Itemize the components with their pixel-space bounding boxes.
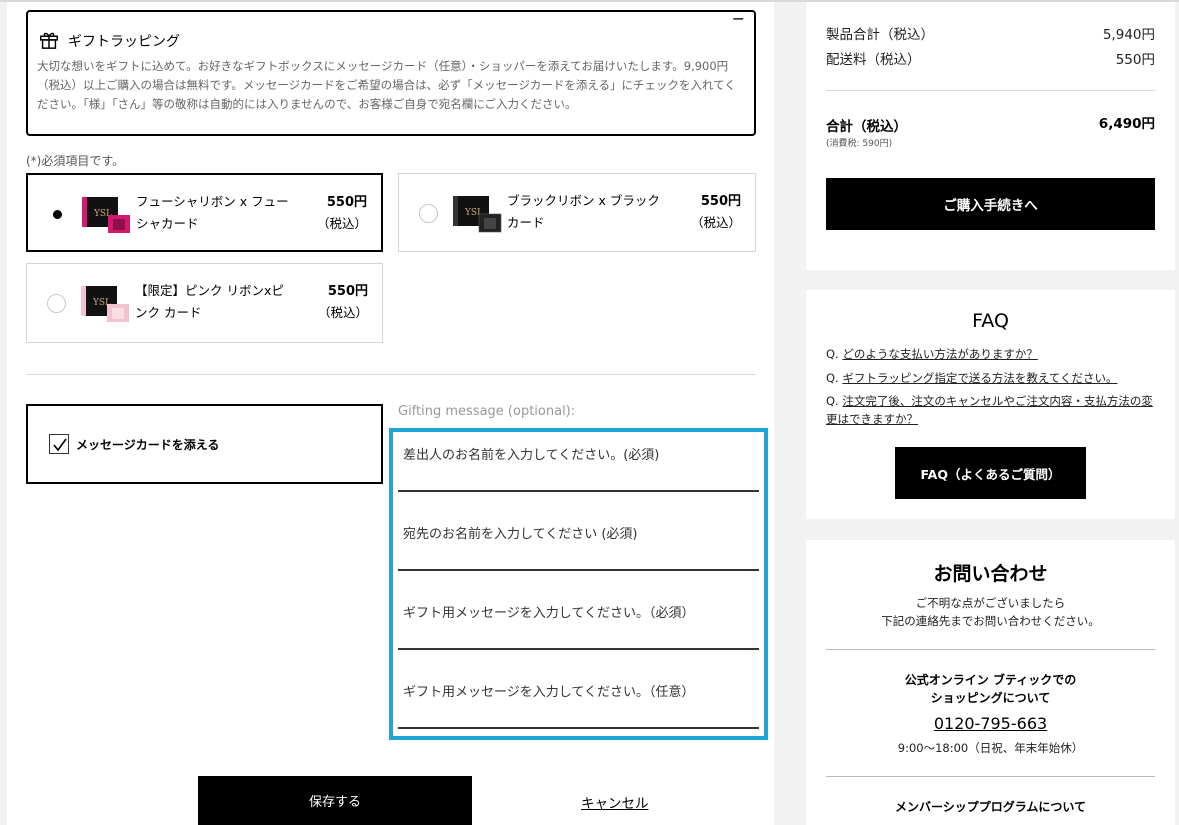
required-note: (*)必須項目です。 — [26, 154, 125, 168]
online-boutique-line: ショッピングについて — [930, 691, 1051, 705]
faq-question-prefix: Q. — [826, 347, 843, 361]
gift-wrapping-description: 大切な想いをギフトに込めて。お好きなギフトボックスにメッセージカード（任意）・シ… — [37, 59, 736, 111]
radio-button[interactable] — [48, 205, 67, 224]
shipping-value: 550円 — [1115, 52, 1155, 68]
black-box-thumbnail: YSL — [453, 196, 502, 233]
gifting-message-label: Gifting message (optional): — [398, 404, 576, 419]
contact-description: ご不明な点がございましたら 下記の連絡先までお問い合わせください。 — [806, 594, 1175, 630]
option-name: ブラックリボン x ブラックカード — [507, 193, 660, 230]
contact-desc-line: 下記の連絡先までお問い合わせください。 — [881, 614, 1100, 628]
faq-button[interactable]: FAQ（よくあるご質問） — [895, 447, 1086, 499]
option-price: 550円 — [700, 194, 741, 209]
shipping-row: 配送料（税込） 550円 — [826, 48, 1155, 68]
faq-question-prefix: Q. — [826, 394, 843, 408]
order-summary: 製品合計（税込） 5,940円 配送料（税込） 550円 合計（税込） 6,49… — [806, 2, 1175, 270]
contact-desc-line: ご不明な点がございましたら — [915, 596, 1066, 610]
faq-question: Q. 注文完了後、注文のキャンセルやご注文内容・支払方法の変更はできますか？ — [826, 392, 1161, 428]
online-boutique-heading: 公式オンライン ブティックでの ショッピングについて — [806, 671, 1175, 707]
subtotal-value: 5,940円 — [1102, 27, 1155, 43]
total-label: 合計（税込） — [826, 119, 907, 135]
radio-button[interactable] — [47, 294, 66, 313]
wrapping-option-fuchsia[interactable]: YSL フューシャリボン x フューシャカード 550円 （税込） — [26, 173, 383, 252]
wrapping-option-pink[interactable]: YSL 【限定】ピンク リボンxピンク カード 550円 （税込） — [26, 263, 383, 343]
phone-number-link[interactable]: 0120-795-663 — [806, 714, 1175, 733]
option-tax: （税込） — [317, 305, 368, 320]
shipping-label: 配送料（税込） — [826, 52, 921, 68]
fuchsia-box-thumbnail: YSL — [82, 197, 130, 233]
message-card-checkbox-label: メッセージカードを添える — [76, 438, 220, 452]
wrapping-option-black[interactable]: YSL ブラックリボン x ブラックカード 550円 （税込） — [398, 173, 756, 252]
option-name: フューシャリボン x フューシャカード — [136, 194, 289, 231]
gift-message-required-input[interactable] — [398, 590, 759, 650]
faq-question-link[interactable]: どのような支払い方法がありますか？ — [842, 347, 1038, 361]
contact-divider — [826, 649, 1155, 650]
total-value: 6,490円 — [1098, 116, 1155, 132]
faq-question-link[interactable]: ギフトラッピング指定で送る方法を教えてください。 — [842, 371, 1117, 385]
option-price: 550円 — [326, 195, 367, 210]
section-divider — [26, 374, 756, 375]
minus-icon[interactable]: − — [732, 11, 745, 27]
summary-divider — [826, 90, 1155, 91]
checkout-button[interactable]: ご購入手続きへ — [826, 178, 1155, 230]
message-card-checkbox-box[interactable]: メッセージカードを添える — [26, 404, 383, 484]
gift-message-optional-input[interactable] — [398, 669, 759, 729]
recipient-name-input[interactable] — [398, 511, 759, 571]
message-card-checkbox[interactable] — [49, 434, 69, 454]
tax-note: (消費税: 590円) — [826, 139, 893, 149]
subtotal-label: 製品合計（税込） — [826, 27, 934, 43]
faq-section: FAQ Q. どのような支払い方法がありますか？ Q. ギフトラッピング指定で送… — [806, 290, 1175, 519]
business-hours: 9:00〜18:00（日祝、年末年始休） — [897, 741, 1084, 755]
contact-section: お問い合わせ ご不明な点がございましたら 下記の連絡先までお問い合わせください。… — [806, 540, 1175, 825]
faq-question: Q. どのような支払い方法がありますか？ — [826, 345, 1161, 363]
sender-name-input[interactable] — [398, 432, 759, 492]
gift-wrapping-title: ギフトラッピング — [68, 34, 180, 50]
checkmark-icon — [53, 438, 67, 452]
gifting-message-fields — [389, 428, 768, 740]
cancel-link[interactable]: キャンセル — [581, 792, 649, 812]
gift-wrapping-header: ギフトラッピング — [38, 28, 180, 54]
faq-title: FAQ — [972, 310, 1009, 332]
contact-title: お問い合わせ — [933, 563, 1048, 585]
online-boutique-line: 公式オンライン ブティックでの — [904, 673, 1077, 687]
gift-wrapping-info: ギフトラッピング − 大切な想いをギフトに込めて。お好きなギフトボックスにメッセ… — [26, 10, 756, 136]
option-tax: （税込） — [316, 216, 367, 231]
option-tax: （税込） — [690, 215, 741, 230]
save-button[interactable]: 保存する — [198, 776, 472, 825]
subtotal-row: 製品合計（税込） 5,940円 — [826, 23, 1155, 43]
gift-icon — [38, 28, 60, 54]
option-price: 550円 — [327, 284, 368, 299]
faq-question-prefix: Q. — [826, 371, 843, 385]
membership-heading: メンバーシッププログラムについて — [894, 800, 1087, 814]
faq-question-link[interactable]: 注文完了後、注文のキャンセルやご注文内容・支払方法の変更はできますか？ — [826, 394, 1153, 426]
radio-button[interactable] — [419, 204, 438, 223]
contact-divider — [826, 776, 1155, 777]
option-name: 【限定】ピンク リボンxピンク カード — [135, 283, 284, 320]
pink-box-thumbnail: YSL — [81, 286, 129, 322]
faq-question: Q. ギフトラッピング指定で送る方法を教えてください。 — [826, 369, 1161, 387]
